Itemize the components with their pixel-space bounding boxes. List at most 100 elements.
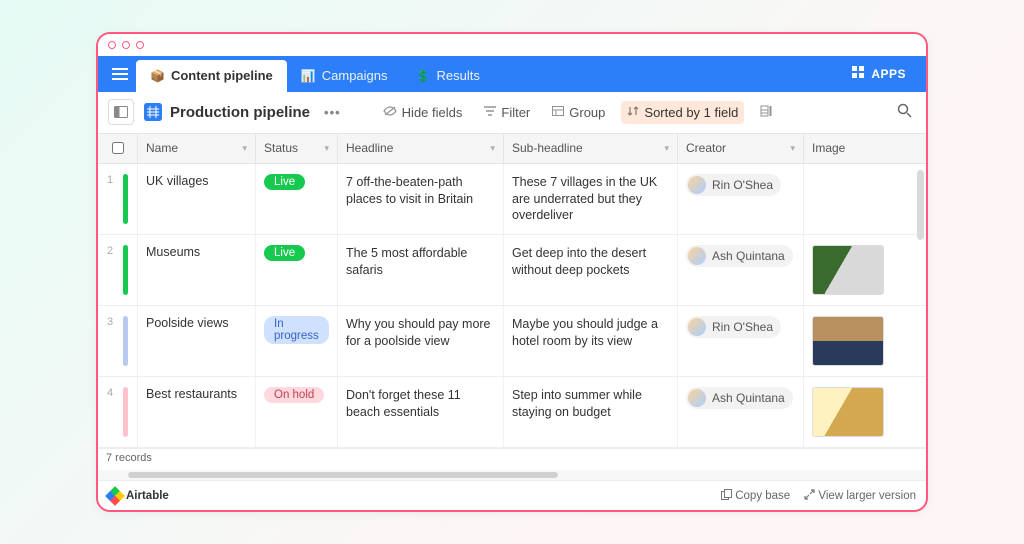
status-bar-icon — [123, 316, 128, 366]
status-bar-icon — [123, 174, 128, 225]
traffic-light-icon — [108, 41, 116, 49]
tab-icon: 📦 — [150, 69, 165, 83]
apps-label: APPS — [871, 67, 906, 81]
cell-creator[interactable]: Ash Quintana — [678, 377, 804, 447]
cell-status[interactable]: Live — [256, 235, 338, 305]
cell-headline[interactable]: Don't forget these 11 beach essentials — [338, 377, 504, 447]
cell-image[interactable] — [804, 164, 926, 235]
view-larger-button[interactable]: View larger version — [804, 489, 916, 502]
column-header-image[interactable]: Image — [804, 134, 926, 163]
apps-button[interactable]: APPS — [841, 60, 916, 88]
brand-footer: Airtable Copy base View larger version — [98, 480, 926, 510]
scrollbar-thumb[interactable] — [128, 472, 558, 478]
column-header-creator[interactable]: Creator▾ — [678, 134, 804, 163]
cell-name[interactable]: UK villages — [138, 164, 256, 235]
scrollbar-thumb[interactable] — [917, 170, 924, 240]
cell-status[interactable]: On hold — [256, 377, 338, 447]
view-toolbar: Production pipeline ••• Hide fields Filt… — [98, 92, 926, 134]
cell-status[interactable]: Live — [256, 164, 338, 235]
cell-name[interactable]: Poolside views — [138, 306, 256, 376]
hide-icon — [383, 105, 397, 119]
search-icon — [897, 103, 912, 118]
status-bar-icon — [123, 387, 128, 437]
view-more-button[interactable]: ••• — [320, 105, 345, 120]
sort-icon — [627, 105, 639, 120]
hide-fields-label: Hide fields — [402, 105, 463, 120]
tab-results[interactable]: 💲Results — [402, 60, 494, 92]
group-label: Group — [569, 105, 605, 120]
view-name-label: Production pipeline — [170, 104, 310, 121]
cell-headline[interactable]: 7 off-the-beaten-path places to visit in… — [338, 164, 504, 235]
sidebar-toggle-button[interactable] — [108, 99, 134, 125]
cell-headline[interactable]: Why you should pay more for a poolside v… — [338, 306, 504, 376]
cell-sub-headline[interactable]: Step into summer while staying on budget — [504, 377, 678, 447]
cell-status[interactable]: In progress — [256, 306, 338, 376]
chevron-down-icon: ▾ — [242, 143, 247, 154]
cell-sub-headline[interactable]: These 7 villages in the UK are underrate… — [504, 164, 678, 235]
cell-sub-headline[interactable]: Maybe you should judge a hotel room by i… — [504, 306, 678, 376]
expand-icon — [804, 489, 815, 500]
cell-image[interactable] — [804, 306, 926, 376]
group-button[interactable]: Group — [546, 101, 611, 124]
row-height-button[interactable] — [754, 101, 778, 124]
cell-creator[interactable]: Rin O'Shea — [678, 306, 804, 376]
sort-label: Sorted by 1 field — [644, 105, 738, 120]
creator-chip: Ash Quintana — [686, 245, 793, 267]
cell-sub-headline[interactable]: Get deep into the desert without deep po… — [504, 235, 678, 305]
cell-creator[interactable]: Rin O'Shea — [678, 164, 804, 235]
status-pill: Live — [264, 245, 305, 261]
tab-icon: 💲 — [416, 69, 431, 83]
creator-chip: Rin O'Shea — [686, 174, 781, 196]
row-gutter: 1 — [98, 164, 138, 235]
group-icon — [552, 105, 564, 119]
tab-campaigns[interactable]: 📊 Campaigns — [287, 60, 402, 92]
image-thumbnail[interactable] — [812, 387, 884, 437]
grid-view-icon — [144, 103, 162, 121]
sort-button[interactable]: Sorted by 1 field — [621, 101, 744, 124]
copy-icon — [721, 489, 732, 500]
copy-base-button[interactable]: Copy base — [721, 489, 790, 502]
tab-label: Campaigns — [322, 68, 388, 83]
cell-name[interactable]: Best restaurants — [138, 377, 256, 447]
row-number: 4 — [107, 387, 117, 399]
cell-headline[interactable]: The 5 most affordable safaris — [338, 235, 504, 305]
window-titlebar — [98, 34, 926, 56]
menu-button[interactable] — [106, 60, 134, 88]
cell-image[interactable] — [804, 377, 926, 447]
column-header-status[interactable]: Status▾ — [256, 134, 338, 163]
column-header-headline[interactable]: Headline▾ — [338, 134, 504, 163]
avatar-icon — [688, 247, 706, 265]
header-checkbox[interactable] — [98, 134, 138, 163]
view-name[interactable]: Production pipeline — [144, 103, 310, 121]
select-all-checkbox[interactable] — [112, 142, 124, 154]
row-number: 3 — [107, 316, 117, 328]
creator-chip: Ash Quintana — [686, 387, 793, 409]
table-row[interactable]: 3 Poolside views In progress Why you should… — [98, 306, 926, 377]
column-header-sub[interactable]: Sub-headline▾ — [504, 134, 678, 163]
table-body: 1UK villagesLive7 off-the-beaten-path pl… — [98, 164, 926, 449]
hide-fields-button[interactable]: Hide fields — [377, 101, 469, 124]
tab-icon: 📊 — [301, 69, 316, 83]
apps-icon — [851, 65, 865, 82]
status-pill: In progress — [264, 316, 329, 344]
airtable-logo: Airtable — [108, 489, 169, 503]
search-button[interactable] — [893, 99, 916, 125]
filter-button[interactable]: Filter — [478, 101, 536, 124]
cell-creator[interactable]: Ash Quintana — [678, 235, 804, 305]
table-row[interactable]: 4 Best restaurants On hold Don't forget the… — [98, 377, 926, 448]
vertical-scrollbar[interactable] — [916, 164, 924, 449]
horizontal-scrollbar[interactable] — [98, 470, 926, 480]
tab-content-pipeline[interactable]: 📦Content pipeline — [136, 60, 287, 92]
table-row[interactable]: 1UK villagesLive7 off-the-beaten-path pl… — [98, 164, 926, 236]
image-thumbnail[interactable] — [812, 316, 884, 366]
cell-name[interactable]: Museums — [138, 235, 256, 305]
table-row[interactable]: 2MuseumsLiveThe 5 most affordable safari… — [98, 235, 926, 306]
brand-label: Airtable — [126, 490, 169, 502]
avatar-icon — [688, 318, 706, 336]
logo-icon — [105, 486, 125, 506]
image-thumbnail[interactable] — [812, 245, 884, 295]
status-pill: On hold — [264, 387, 324, 403]
cell-image[interactable] — [804, 235, 926, 305]
row-gutter: 3 — [98, 306, 138, 376]
column-header-name[interactable]: Name▾ — [138, 134, 256, 163]
